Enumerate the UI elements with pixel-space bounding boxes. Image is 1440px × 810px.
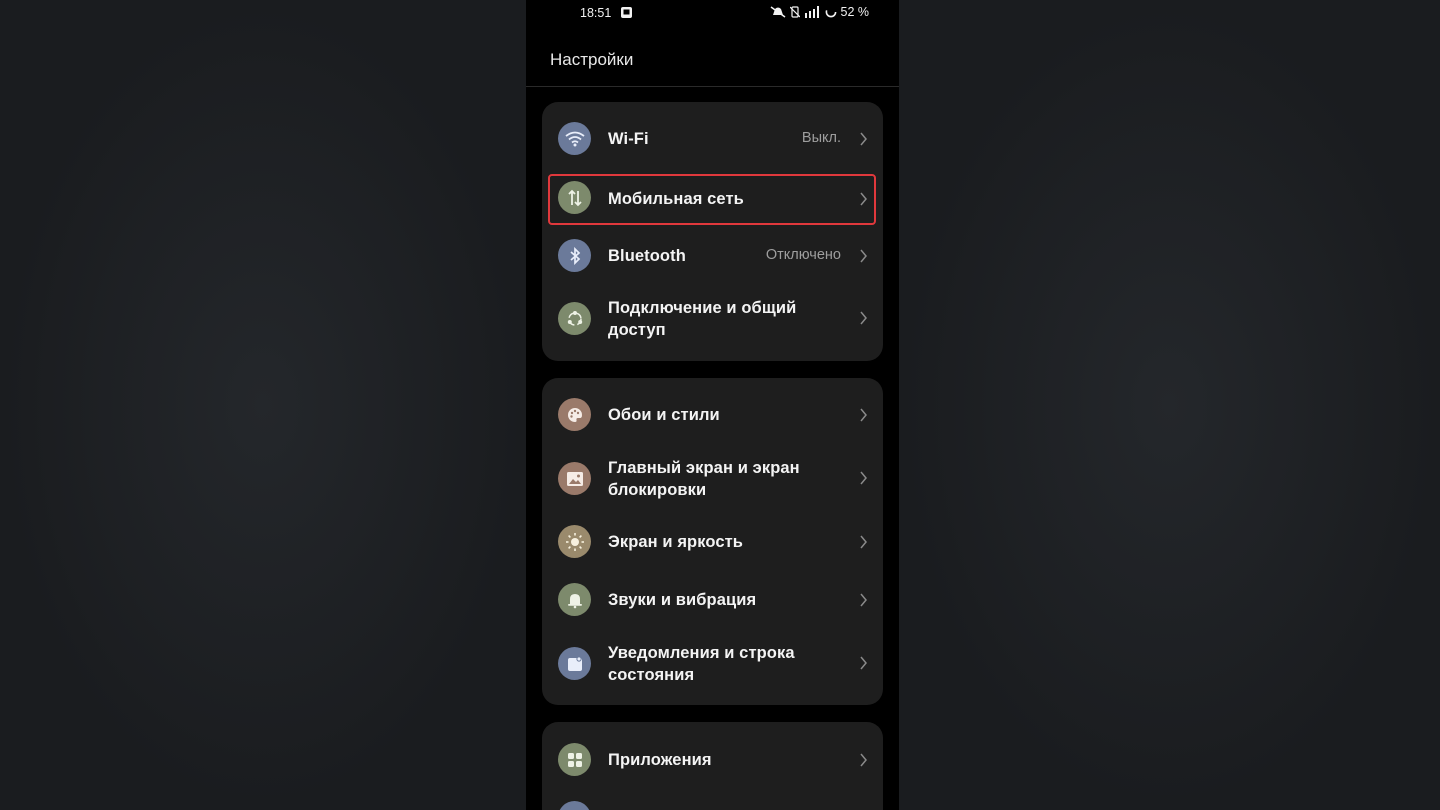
settings-item-label-line2: состояния: [608, 666, 695, 684]
battery-icon: [825, 6, 836, 18]
chevron-right-icon: [860, 132, 867, 146]
settings-item-wifi[interactable]: Wi-Fi Выкл.: [542, 116, 883, 161]
share-icon: [558, 302, 591, 335]
phone-screen: 18:51 52 % Настройки Wi-Fi Выкл. Мобильн…: [526, 0, 899, 810]
vibrate-off-icon: [789, 6, 800, 18]
apps-icon: [558, 743, 591, 776]
settings-item-apps[interactable]: Приложения: [542, 737, 883, 782]
chevron-right-icon: [860, 535, 867, 549]
settings-item-bluetooth[interactable]: Bluetooth Отключено: [542, 233, 883, 278]
status-time: 18:51: [580, 6, 612, 20]
settings-item-label: Обои и стили: [608, 406, 720, 424]
bell-icon: [558, 583, 591, 616]
settings-group-network: Wi-Fi Выкл. Мобильная сеть Bluetooth Отк…: [542, 102, 883, 361]
settings-item-home-lock-screen[interactable]: Главный экран и экран блокировки: [542, 450, 883, 506]
brightness-icon: [558, 525, 591, 558]
settings-group-display: Обои и стили Главный экран и экран блоки…: [542, 378, 883, 705]
settings-item-value: Выкл.: [801, 130, 841, 146]
settings-item-label: Приложения: [608, 751, 712, 769]
settings-item-label-line1: Главный экран и экран: [608, 459, 800, 477]
page-title: Настройки: [550, 50, 634, 69]
partial-item-icon: [558, 801, 591, 810]
chevron-right-icon: [860, 249, 867, 263]
battery-percent: 52 %: [840, 5, 870, 19]
palette-icon: [558, 398, 591, 431]
chevron-right-icon: [860, 471, 867, 485]
settings-item-label: Wi-Fi: [608, 130, 649, 148]
settings-item-label: Bluetooth: [608, 247, 686, 265]
settings-item-label: Звуки и вибрация: [608, 591, 757, 609]
settings-group-apps: Приложения: [542, 722, 883, 810]
settings-item-connection-sharing[interactable]: Подключение и общий доступ: [542, 290, 883, 346]
background-left: [0, 0, 526, 810]
settings-item-display-brightness[interactable]: Экран и яркость: [542, 519, 883, 564]
highlight-box: [548, 174, 876, 225]
background-right: [899, 0, 1440, 810]
settings-item-wallpapers[interactable]: Обои и стили: [542, 392, 883, 437]
settings-item-sounds-vibration[interactable]: Звуки и вибрация: [542, 577, 883, 622]
title-divider: [526, 86, 899, 87]
settings-item-label-line1: Подключение и общий: [608, 299, 797, 317]
status-icons: 52 %: [770, 5, 870, 19]
chevron-right-icon: [860, 753, 867, 767]
settings-item-label-line1: Уведомления и строка: [608, 644, 795, 662]
settings-item-label-line2: доступ: [608, 321, 666, 339]
bluetooth-icon: [558, 239, 591, 272]
chevron-right-icon: [860, 311, 867, 325]
signal-icon: [804, 6, 819, 18]
notification-icon: [558, 647, 591, 680]
settings-item-label: Экран и яркость: [608, 533, 744, 551]
wifi-icon: [558, 122, 591, 155]
chevron-right-icon: [860, 408, 867, 422]
chevron-right-icon: [860, 593, 867, 607]
mute-icon: [770, 6, 785, 18]
settings-item-value: Отключено: [765, 247, 841, 263]
settings-item-notifications[interactable]: Уведомления и строка состояния: [542, 635, 883, 691]
settings-item-label-line2: блокировки: [608, 481, 707, 499]
status-bar: 18:51 52 %: [526, 0, 899, 26]
chevron-right-icon: [860, 656, 867, 670]
image-icon: [558, 462, 591, 495]
message-icon: [621, 7, 632, 18]
